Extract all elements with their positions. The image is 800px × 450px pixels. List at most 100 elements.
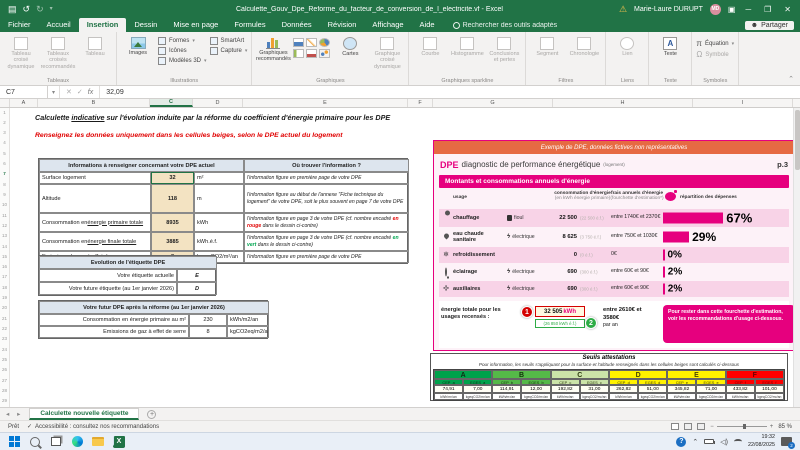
row-header-29[interactable]: 29 [0,398,9,403]
row-header-13[interactable]: 13 [0,233,9,238]
search-button[interactable] [29,436,41,448]
row-header-14[interactable]: 14 [0,244,9,249]
name-box-caret-icon[interactable]: ▾ [48,86,60,98]
column-header-B[interactable]: B [38,99,150,107]
tab-donnees[interactable]: Données [274,18,320,32]
collapse-ribbon-icon[interactable]: ⌃ [782,75,800,85]
ribbon-display-options-icon[interactable]: ▣ [728,5,736,14]
row-header-21[interactable]: 21 [0,316,9,321]
sparkline-winloss-button[interactable]: Conclusions et pertes [487,35,521,64]
explorer-button[interactable] [92,436,104,448]
sheet-nav-arrows[interactable]: ◂ ▸ [0,410,29,418]
help-icon[interactable]: ? [676,437,686,447]
avatar[interactable]: MD [710,4,721,15]
restore-button[interactable]: ❐ [761,5,774,14]
input-value-3[interactable]: 3885 [151,232,194,251]
qat-customize-icon[interactable]: ▾ [50,6,53,12]
formula-input[interactable]: 32,09 [100,89,124,96]
undo-icon[interactable]: ↺ [23,5,31,14]
row-header-18[interactable]: 18 [0,285,9,290]
input-value-1[interactable]: 118 [151,184,194,213]
tray-chevron-icon[interactable]: ⌃ [692,438,698,446]
battery-icon[interactable] [704,439,714,444]
save-icon[interactable]: ▤ [8,5,17,14]
icones-button[interactable]: Icônes [158,47,207,55]
tab-revision[interactable]: Révision [320,18,365,32]
chronologie-button[interactable]: Chronologie [567,35,601,57]
row-header-16[interactable]: 16 [0,264,9,269]
equation-button[interactable]: πÉquation▾ [696,39,734,48]
sheet-tab-active[interactable]: Calculette nouvelle étiquette [29,408,139,420]
row-header-2[interactable]: 2 [0,120,9,125]
row-header-6[interactable]: 6 [0,161,9,166]
row-header-15[interactable]: 15 [0,254,9,259]
table-button[interactable]: Tableau [78,35,112,57]
bar-chart-icon[interactable] [293,38,304,47]
enter-icon[interactable]: ✓ [77,88,83,96]
scatter-chart-icon[interactable] [319,49,330,58]
normal-view-icon[interactable] [671,423,679,430]
column-header-I[interactable]: I [693,99,793,107]
row-header-19[interactable]: 19 [0,295,9,300]
texte-button[interactable]: ATexte [653,35,687,57]
images-button[interactable]: Images [121,35,155,56]
tab-aide[interactable]: Aide [412,18,443,32]
row-header-25[interactable]: 25 [0,357,9,362]
input-value-0[interactable]: 32 [151,172,194,184]
name-box[interactable]: C7 [0,86,48,98]
row-header-1[interactable]: 1 [0,110,9,115]
tab-dessin[interactable]: Dessin [126,18,165,32]
close-button[interactable]: ✕ [781,5,794,14]
zoom-slider[interactable]: −+ [710,424,773,430]
wifi-icon[interactable] [734,439,742,444]
line-chart-icon[interactable] [306,38,317,47]
lien-button[interactable]: Lien [610,35,644,57]
row-header-9[interactable]: 9 [0,192,9,197]
pivot-chart-button[interactable]: Graphique croisé dynamique [370,35,404,70]
tab-mise-en-page[interactable]: Mise en page [165,18,226,32]
row-header-8[interactable]: 8 [0,182,9,187]
column-header-A[interactable]: A [10,99,38,107]
tab-insertion[interactable]: Insertion [79,18,127,32]
edge-button[interactable] [71,436,83,448]
row-header-3[interactable]: 3 [0,130,9,135]
row-header-4[interactable]: 4 [0,140,9,145]
accessibility-status[interactable]: ✓ Accessibilité : consultez nos recomman… [27,423,159,430]
tab-affichage[interactable]: Affichage [364,18,411,32]
redo-icon[interactable]: ↻ [36,5,44,14]
tab-accueil[interactable]: Accueil [39,18,79,32]
vertical-scrollbar[interactable] [793,108,800,407]
row-header-20[interactable]: 20 [0,305,9,310]
add-sheet-icon[interactable]: + [147,410,156,419]
row-header-11[interactable]: 11 [0,213,9,218]
page-layout-view-icon[interactable] [684,423,692,430]
minimize-button[interactable]: ─ [742,5,754,14]
column-header-G[interactable]: G [433,99,553,107]
row-header-26[interactable]: 26 [0,367,9,372]
row-header-5[interactable]: 5 [0,151,9,156]
segment-button[interactable]: Segment [530,35,564,57]
row-header-24[interactable]: 24 [0,347,9,352]
tab-fichier[interactable]: Fichier [0,18,39,32]
recommended-pivot-button[interactable]: Tableaux croisés recommandés [41,35,75,70]
column-header-C[interactable]: C [150,99,193,107]
row-header-27[interactable]: 27 [0,378,9,383]
share-button[interactable]: ☻ Partager [745,21,794,30]
row-header-17[interactable]: 17 [0,274,9,279]
sparkline-histogramme-button[interactable]: Histogramme [450,35,484,57]
page-break-view-icon[interactable] [697,423,705,430]
cancel-icon[interactable]: ✕ [66,88,72,96]
zoom-level[interactable]: 85 % [778,424,792,430]
pie-chart-icon[interactable] [319,38,330,47]
insert-function-icon[interactable]: fx [88,89,93,96]
area-chart-icon[interactable] [306,49,317,58]
notification-icon[interactable]: 2 [781,437,792,446]
sparkline-courbe-button[interactable]: Courbe [413,35,447,57]
clock[interactable]: 19:32 22/08/2025 [748,434,775,448]
modeles3d-button[interactable]: Modèles 3D▾ [158,57,207,65]
column-header-E[interactable]: E [243,99,408,107]
row-header-23[interactable]: 23 [0,336,9,341]
scrollbar-thumb[interactable] [795,110,800,170]
start-button[interactable] [8,436,20,448]
hbar-chart-icon[interactable] [293,49,304,58]
